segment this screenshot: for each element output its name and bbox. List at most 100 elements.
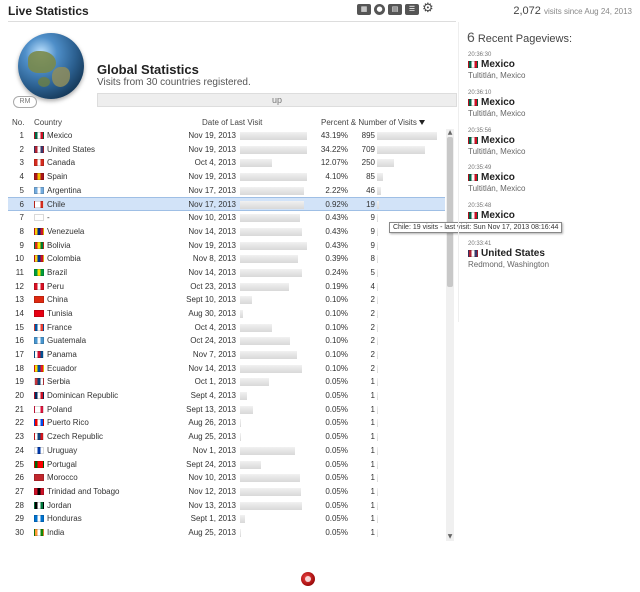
last-visit-date: Aug 25, 2013 bbox=[188, 432, 236, 442]
table-row[interactable]: 3 Canada Oct 4, 2013 12.07% 250 bbox=[8, 156, 445, 170]
table-row[interactable]: 19 Serbia Oct 1, 2013 0.05% 1 bbox=[8, 375, 445, 389]
visit-percent: 0.05% bbox=[325, 527, 348, 537]
table-row[interactable]: 8 Venezuela Nov 14, 2013 0.43% 9 bbox=[8, 225, 445, 239]
table-row[interactable]: 20 Dominican Republic Sept 4, 2013 0.05% 1 bbox=[8, 389, 445, 403]
recent-pageview[interactable]: 20:35:56 Mexico Tultitlán, Mexico bbox=[468, 128, 633, 156]
table-row[interactable]: 4 Spain Nov 19, 2013 4.10% 85 bbox=[8, 170, 445, 184]
scroll-down-icon[interactable]: ▼ bbox=[446, 533, 454, 541]
visit-count: 1 bbox=[370, 432, 375, 442]
recent-pageview[interactable]: 20:35:49 Mexico Tultitlán, Mexico bbox=[468, 165, 633, 193]
table-row[interactable]: 18 Ecuador Nov 14, 2013 0.10% 2 bbox=[8, 362, 445, 376]
country-name: Uruguay bbox=[47, 445, 78, 455]
visit-bar bbox=[377, 405, 378, 414]
visit-count: 1 bbox=[370, 377, 375, 387]
visit-percent: 0.05% bbox=[325, 445, 348, 455]
table-row[interactable]: 22 Puerto Rico Aug 26, 2013 0.05% 1 bbox=[8, 416, 445, 430]
recent-pageview[interactable]: 20:35:48 Mexico bbox=[468, 203, 633, 222]
visit-percent: 0.10% bbox=[325, 295, 348, 305]
table-row[interactable]: 27 Trinidad and Tobago Nov 12, 2013 0.05% 1 bbox=[8, 485, 445, 499]
table-row[interactable]: 30 India Aug 25, 2013 0.05% 1 bbox=[8, 526, 445, 540]
table-row[interactable]: 29 Honduras Sept 1, 2013 0.05% 1 bbox=[8, 512, 445, 526]
table-row[interactable]: 1 Mexico Nov 19, 2013 43.19% 895 bbox=[8, 129, 445, 143]
visit-percent: 43.19% bbox=[320, 131, 348, 140]
column-header-no[interactable]: No. bbox=[12, 118, 24, 127]
row-number: 11 bbox=[15, 267, 24, 277]
stats-icon[interactable]: ▤ bbox=[388, 3, 402, 15]
visit-percent: 0.05% bbox=[325, 404, 348, 414]
country-name: France bbox=[47, 322, 72, 332]
table-row[interactable]: 5 Argentina Nov 17, 2013 2.22% 46 bbox=[8, 184, 445, 198]
last-visit-date: Nov 8, 2013 bbox=[192, 254, 236, 264]
last-visit-date: Nov 19, 2013 bbox=[188, 172, 236, 182]
visit-percent: 0.43% bbox=[325, 213, 348, 223]
last-visit-date: Nov 19, 2013 bbox=[188, 144, 236, 154]
table-row[interactable]: 26 Morocco Nov 10, 2013 0.05% 1 bbox=[8, 471, 445, 485]
list-icon[interactable]: ☰ bbox=[405, 3, 419, 15]
flag-icon bbox=[34, 132, 44, 139]
recent-pageview[interactable]: 20:36:30 Mexico Tultitlán, Mexico bbox=[468, 52, 633, 80]
globe-image bbox=[18, 33, 84, 99]
table-row[interactable]: 12 Peru Oct 23, 2013 0.19% 4 bbox=[8, 280, 445, 294]
table-row[interactable]: 14 Tunisia Aug 30, 2013 0.10% 2 bbox=[8, 307, 445, 321]
table-row[interactable]: 24 Uruguay Nov 1, 2013 0.05% 1 bbox=[8, 444, 445, 458]
recent-heading: 6 Recent Pageviews: bbox=[467, 29, 572, 45]
table-row[interactable]: 6 Chile Nov 17, 2013 0.92% 19 bbox=[8, 197, 445, 212]
visit-bar bbox=[377, 186, 381, 195]
row-number: 15 bbox=[15, 322, 24, 332]
table-row[interactable]: 13 China Sept 10, 2013 0.10% 2 bbox=[8, 293, 445, 307]
recent-pageview[interactable]: 20:36:10 Mexico Tultitlán, Mexico bbox=[468, 90, 633, 118]
flag-icon bbox=[468, 212, 478, 219]
table-row[interactable]: 23 Czech Republic Aug 25, 2013 0.05% 1 bbox=[8, 430, 445, 444]
recent-pageview[interactable]: 20:33:41 United States Redmond, Washington bbox=[468, 241, 633, 269]
up-button[interactable]: up bbox=[97, 93, 457, 107]
visit-count: 1 bbox=[370, 514, 375, 524]
page-title: Global Statistics bbox=[97, 62, 199, 77]
country-name: Argentina bbox=[47, 185, 82, 195]
scroll-thumb[interactable] bbox=[447, 137, 453, 287]
visit-percent: 0.10% bbox=[325, 336, 348, 346]
scroll-up-icon[interactable]: ▲ bbox=[446, 129, 454, 137]
logo-icon[interactable] bbox=[301, 572, 315, 586]
visit-bar bbox=[377, 446, 378, 455]
pageview-city: Redmond, Washington bbox=[468, 260, 550, 269]
table-row[interactable]: 21 Poland Sept 13, 2013 0.05% 1 bbox=[8, 403, 445, 417]
country-name: Puerto Rico bbox=[47, 418, 89, 428]
visit-percent: 34.22% bbox=[320, 144, 348, 154]
settings-icon[interactable]: ⚙ bbox=[422, 2, 434, 15]
table-row[interactable]: 25 Portugal Sept 24, 2013 0.05% 1 bbox=[8, 458, 445, 472]
last-visit-bar bbox=[240, 446, 295, 455]
pageview-time: 20:35:48 bbox=[468, 203, 492, 209]
visit-bar bbox=[377, 268, 378, 277]
table-row[interactable]: 10 Colombia Nov 8, 2013 0.39% 8 bbox=[8, 252, 445, 266]
table-row[interactable]: 9 Bolivia Nov 19, 2013 0.43% 9 bbox=[8, 239, 445, 253]
row-number: 12 bbox=[15, 281, 24, 291]
last-visit-date: Sept 10, 2013 bbox=[186, 295, 236, 305]
table-row[interactable]: 2 United States Nov 19, 2013 34.22% 709 bbox=[8, 143, 445, 157]
table-row[interactable]: 17 Panama Nov 7, 2013 0.10% 2 bbox=[8, 348, 445, 362]
table-scrollbar[interactable]: ▲ ▼ bbox=[446, 129, 454, 541]
last-visit-bar bbox=[240, 433, 241, 442]
country-name: United States bbox=[47, 144, 96, 154]
table-row[interactable]: 28 Jordan Nov 13, 2013 0.05% 1 bbox=[8, 499, 445, 513]
country-name: Brazil bbox=[47, 267, 68, 277]
visit-percent: 0.43% bbox=[325, 240, 348, 250]
row-number: 20 bbox=[15, 391, 24, 401]
column-header-country[interactable]: Country bbox=[34, 118, 62, 127]
title-bar: Live Statistics ▦ ● ▤ ☰ ⚙ 2,072 visits s… bbox=[0, 0, 640, 22]
table-row[interactable]: 11 Brazil Nov 14, 2013 0.24% 5 bbox=[8, 266, 445, 280]
row-number: 23 bbox=[15, 432, 24, 442]
table-row[interactable]: 7 - Nov 10, 2013 0.43% 9 bbox=[8, 211, 445, 225]
pageview-country-name: Mexico bbox=[481, 210, 515, 221]
column-header-date[interactable]: Date of Last Visit bbox=[202, 118, 262, 127]
table-row[interactable]: 16 Guatemala Oct 24, 2013 0.10% 2 bbox=[8, 334, 445, 348]
row-number: 19 bbox=[15, 377, 24, 387]
pageview-country-name: Mexico bbox=[481, 59, 515, 70]
visit-bar bbox=[377, 433, 378, 442]
country-name: Bolivia bbox=[47, 240, 71, 250]
column-header-visits[interactable]: Percent & Number of Visits bbox=[321, 118, 425, 127]
table-row[interactable]: 15 France Oct 4, 2013 0.10% 2 bbox=[8, 321, 445, 335]
toolbar: ▦ ● ▤ ☰ ⚙ bbox=[357, 2, 434, 15]
globe-icon[interactable]: ● bbox=[374, 3, 385, 15]
pageview-country-name: Mexico bbox=[481, 97, 515, 108]
map-icon[interactable]: ▦ bbox=[357, 3, 371, 15]
